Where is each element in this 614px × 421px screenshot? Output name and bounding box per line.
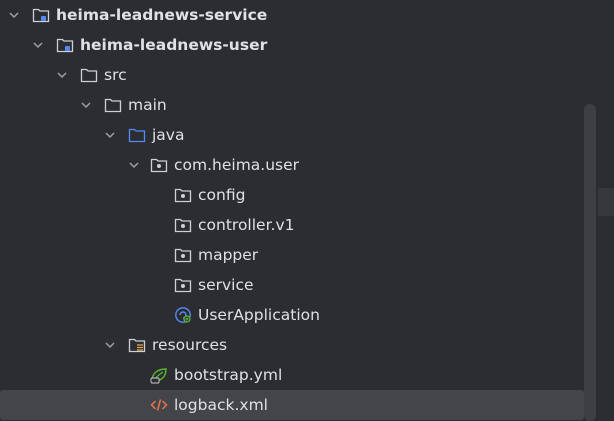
- tree-item-bootstrap-yml[interactable]: bootstrap.yml: [0, 360, 584, 390]
- tree-item-heima-leadnews-service[interactable]: heima-leadnews-service: [0, 0, 584, 30]
- tree-item-label: com.heima.user: [174, 156, 300, 174]
- tree-item-mapper[interactable]: mapper: [0, 240, 584, 270]
- tree-item-label: controller.v1: [198, 216, 295, 234]
- package-icon: [174, 248, 192, 263]
- module-icon: [32, 8, 50, 23]
- tree-item-label: mapper: [198, 246, 259, 264]
- tree-item-heima-leadnews-user[interactable]: heima-leadnews-user: [0, 30, 584, 60]
- spring-boot-app-icon: [175, 307, 191, 323]
- tree-item-java[interactable]: java: [0, 120, 584, 150]
- chevron-down-icon[interactable]: [104, 129, 116, 141]
- module-icon: [56, 38, 74, 53]
- tree-item-label: main: [128, 96, 167, 114]
- package-icon: [174, 188, 192, 203]
- right-edge-marker: [598, 188, 614, 216]
- tree-item-label: heima-leadnews-service: [56, 6, 268, 24]
- tree-item-label: heima-leadnews-user: [80, 36, 268, 54]
- tree-item-logback-xml[interactable]: logback.xml: [0, 390, 584, 420]
- tree-item-src[interactable]: src: [0, 60, 584, 90]
- folder-icon: [80, 68, 98, 83]
- chevron-down-icon[interactable]: [8, 9, 20, 21]
- tree-item-service[interactable]: service: [0, 270, 584, 300]
- xml-icon: [150, 399, 168, 411]
- chevron-down-icon[interactable]: [56, 69, 68, 81]
- chevron-down-icon[interactable]: [32, 39, 44, 51]
- tree-item-label: config: [198, 186, 246, 204]
- tree-item-label: src: [104, 66, 127, 84]
- folder-icon: [104, 98, 122, 113]
- resources-folder-icon: [128, 338, 146, 353]
- tree-item-user-application[interactable]: UserApplication: [0, 300, 584, 330]
- source-folder-icon: [128, 128, 146, 143]
- chevron-down-icon[interactable]: [128, 159, 140, 171]
- tree-item-main[interactable]: main: [0, 90, 584, 120]
- tree-item-com-heima-user[interactable]: com.heima.user: [0, 150, 584, 180]
- tree-item-label: java: [152, 126, 185, 144]
- package-icon: [150, 158, 168, 173]
- tree-item-label: logback.xml: [174, 396, 268, 414]
- tree-item-label: resources: [152, 336, 228, 354]
- tree-item-label: UserApplication: [198, 306, 320, 324]
- tree-item-resources[interactable]: resources: [0, 330, 584, 360]
- package-icon: [174, 218, 192, 233]
- package-icon: [174, 278, 192, 293]
- spring-yaml-icon: [150, 368, 167, 384]
- tree-item-controller-v1[interactable]: controller.v1: [0, 210, 584, 240]
- chevron-down-icon[interactable]: [80, 99, 92, 111]
- vertical-scrollbar-thumb[interactable]: [584, 104, 596, 421]
- tree-item-label: service: [198, 276, 254, 294]
- tree-item-config[interactable]: config: [0, 180, 584, 210]
- chevron-down-icon[interactable]: [104, 339, 116, 351]
- tree-item-label: bootstrap.yml: [174, 366, 283, 384]
- project-tool-window: heima-leadnews-service heima-leadnews-us…: [0, 0, 614, 421]
- project-tree: heima-leadnews-service heima-leadnews-us…: [0, 0, 584, 420]
